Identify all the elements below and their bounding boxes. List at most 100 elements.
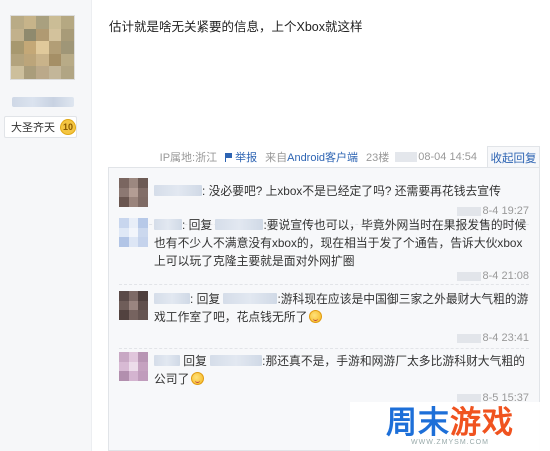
avatar-pixel — [119, 371, 129, 381]
avatar-pixel — [138, 352, 148, 362]
avatar-pixel — [48, 41, 62, 54]
avatar-pixel — [119, 361, 129, 372]
avatar-pixel — [119, 197, 129, 207]
author-name-blurred[interactable] — [12, 97, 74, 107]
reply-time-row: 8-4 21:08 — [456, 270, 529, 282]
reply-divider — [119, 284, 529, 285]
watermark-url: WWW.ZMYSM.COM — [411, 439, 489, 446]
time-blurred — [456, 333, 481, 343]
author-level-badge[interactable]: 大圣齐天 10 — [4, 116, 77, 138]
avatar-pixel — [11, 41, 24, 54]
reply-username-blurred[interactable] — [154, 185, 202, 196]
post-content: 估计就是啥无关紧要的信息，上个Xbox就这样 — [109, 20, 363, 34]
avatar-pixel — [11, 16, 24, 29]
avatar-pixel — [138, 227, 148, 238]
avatar-pixel — [36, 28, 49, 42]
avatar-pixel — [61, 41, 74, 54]
avatar-pixel — [119, 310, 129, 320]
avatar-pixel — [128, 371, 139, 381]
reply-time: 8-4 21:08 — [482, 270, 529, 282]
reply-avatar[interactable] — [119, 291, 148, 320]
collapse-replies-button[interactable]: 收起回复 — [487, 146, 540, 168]
avatar-pixel — [138, 310, 148, 320]
avatar-pixel — [36, 53, 49, 67]
avatar-pixel — [61, 53, 74, 67]
avatar-pixel — [128, 310, 139, 320]
reply-time: 8-4 23:41 — [482, 332, 529, 344]
reply-item: : 回复 :要说宣传也可以，毕竟外网当时在果报发售的时候也有不少人不满意没有xb… — [109, 214, 539, 288]
avatar-pixel — [128, 237, 139, 247]
avatar-pixel — [128, 218, 139, 228]
reply-divider — [119, 348, 529, 349]
avatar-pixel — [128, 291, 139, 301]
avatar-pixel — [48, 66, 62, 79]
avatar-pixel — [128, 187, 139, 198]
reply-intro: 回复 — [196, 292, 221, 306]
reply-text: 回复 :那还真不是，手游和网游厂太多比游科财大气粗的公司了 — [154, 352, 529, 388]
avatar-pixel — [48, 16, 62, 29]
reply-item: : 回复 :游科现在应该是中国御三家之外最财大气粗的游戏工作室了吧，花点钱无所了… — [109, 290, 539, 352]
watermark-title-a: 周末 — [386, 405, 450, 441]
report-link[interactable]: 举报 — [225, 149, 257, 165]
avatar-pixel — [128, 300, 139, 311]
flag-icon — [225, 152, 233, 162]
author-column: 大圣齐天 10 — [0, 0, 92, 451]
avatar-pixel — [119, 352, 129, 362]
reply-text: : 回复 :要说宣传也可以，毕竟外网当时在果报发售的时候也有不少人不满意没有xb… — [154, 218, 527, 268]
reply-text: : 回复 :游科现在应该是中国御三家之外最财大气粗的游戏工作室了吧，花点钱无所了 — [154, 292, 529, 324]
post-meta-bar: IP属地:浙江 举报 来自 Android客户端 23楼 08-04 14:54… — [160, 146, 540, 168]
avatar-pixel — [23, 66, 37, 79]
client-prefix: 来自 — [265, 152, 288, 164]
reply-body: 没必要吧? 上xbox不是已经定了吗? 还需要再花钱去宣传 — [208, 184, 501, 198]
avatar-pixel — [23, 28, 37, 42]
report-label: 举报 — [235, 152, 258, 164]
author-avatar[interactable] — [10, 15, 75, 80]
reply-target-blurred[interactable] — [223, 293, 278, 304]
avatar-pixel — [48, 53, 62, 67]
reply-avatar[interactable] — [119, 218, 148, 247]
avatar-pixel — [128, 361, 139, 372]
reply-avatar[interactable] — [119, 352, 148, 381]
avatar-pixel — [138, 187, 148, 198]
avatar-pixel — [138, 300, 148, 311]
avatar-pixel — [128, 178, 139, 188]
reply-intro: 回复 — [183, 354, 207, 368]
avatar-pixel — [119, 218, 129, 228]
reply-target-blurred[interactable] — [215, 219, 264, 230]
level-icon: 10 — [60, 119, 76, 135]
avatar-pixel — [119, 187, 129, 198]
reply-item: : 没必要吧? 上xbox不是已经定了吗? 还需要再花钱去宣传 8-4 19:2… — [109, 178, 539, 218]
avatar-pixel — [36, 16, 49, 29]
reply-time-row: 8-4 23:41 — [456, 332, 529, 344]
avatar-pixel — [119, 227, 129, 238]
avatar-pixel — [61, 28, 74, 42]
watermark-title-b: 游戏 — [450, 405, 514, 441]
reply-text: : 没必要吧? 上xbox不是已经定了吗? 还需要再花钱去宣传 — [154, 182, 529, 200]
avatar-pixel — [138, 371, 148, 381]
avatar-pixel — [36, 66, 49, 79]
avatar-pixel — [23, 16, 37, 29]
reply-username-blurred[interactable] — [154, 293, 190, 304]
reply-username-blurred[interactable] — [154, 219, 182, 230]
avatar-pixel — [11, 53, 24, 67]
date-blurred — [395, 152, 418, 162]
badge-label: 大圣齐天 — [11, 122, 55, 134]
avatar-pixel — [128, 352, 139, 362]
watermark-title: 周末游戏 — [386, 407, 514, 439]
avatar-pixel — [23, 53, 37, 67]
reply-target-blurred[interactable] — [210, 355, 263, 366]
avatar-pixel — [119, 300, 129, 311]
avatar-pixel — [138, 178, 148, 188]
emoji-icon — [309, 310, 323, 323]
reply-avatar[interactable] — [119, 178, 148, 207]
reply-intro: 回复 — [188, 218, 213, 232]
reply-username-blurred[interactable] — [154, 355, 180, 366]
avatar-pixel — [61, 66, 74, 79]
avatar-pixel — [48, 28, 62, 42]
avatar-pixel — [61, 16, 74, 29]
client-link[interactable]: Android客户端 — [287, 149, 358, 165]
site-watermark: 周末游戏 WWW.ZMYSM.COM — [350, 402, 550, 451]
avatar-pixel — [11, 28, 24, 42]
avatar-pixel — [128, 197, 139, 207]
avatar-pixel — [119, 178, 129, 188]
